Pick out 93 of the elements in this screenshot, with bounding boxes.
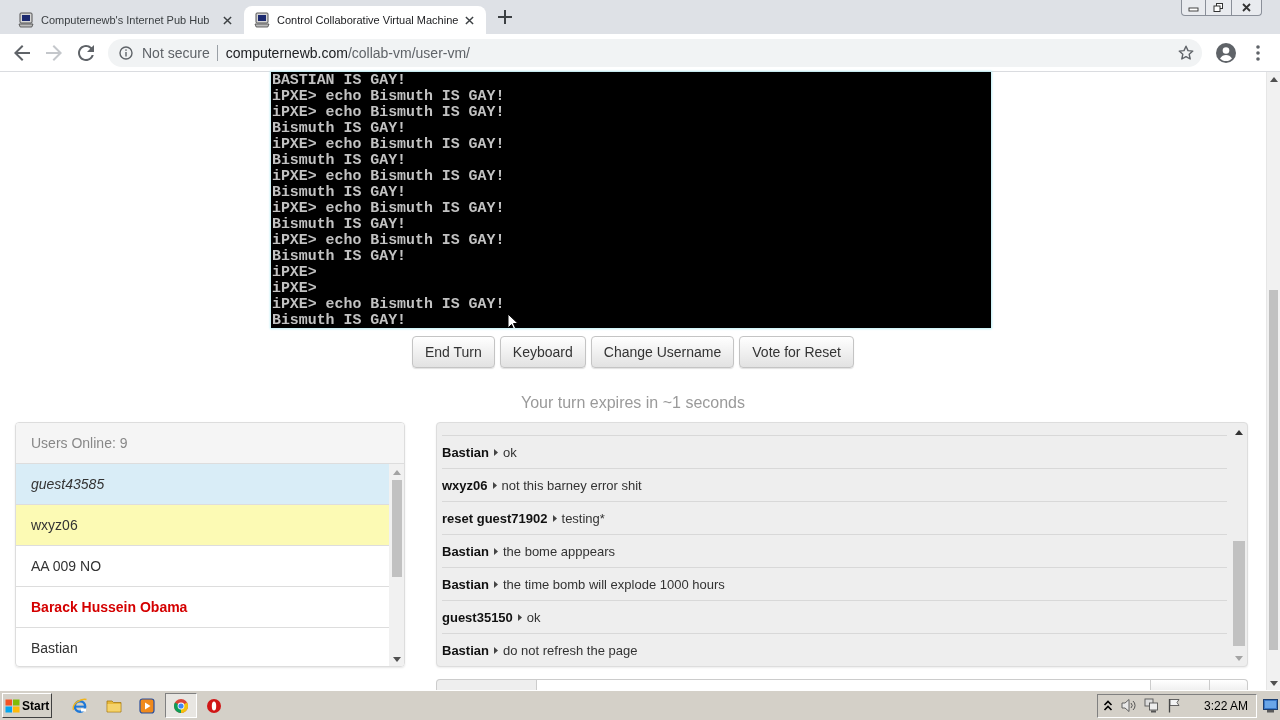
ring-logo-icon — [206, 697, 222, 714]
close-icon[interactable] — [223, 15, 232, 25]
user-list-item[interactable]: guest43585 — [16, 464, 389, 505]
scroll-up-icon[interactable] — [1269, 77, 1278, 82]
plus-icon[interactable] — [498, 10, 513, 24]
star-icon[interactable] — [1178, 44, 1194, 61]
chat-message: the bome apppears — [502, 543, 615, 559]
terminal-line: Bismuth IS GAY! — [272, 248, 407, 264]
close-icon — [1241, 3, 1252, 12]
triangle-icon — [492, 481, 497, 489]
profile-icon[interactable] — [1216, 42, 1236, 63]
scrollbar-track[interactable] — [389, 464, 404, 666]
user-list-item[interactable]: wxyz06 — [16, 505, 389, 546]
vm-action-button[interactable]: Vote for Reset — [739, 336, 854, 368]
computer-icon — [18, 12, 34, 28]
users-online-header: Users Online: 9 — [16, 423, 404, 464]
scrollbar-thumb[interactable] — [391, 480, 402, 577]
browser-tab[interactable]: Computernewb's Internet Pub Hub — [8, 6, 244, 34]
scroll-down-icon[interactable] — [392, 657, 401, 662]
terminal-line: Bismuth IS GAY! — [272, 216, 407, 232]
triangle-icon — [493, 646, 498, 654]
terminal-line: iPXE> echo Bismuth IS GAY! — [272, 296, 505, 312]
e-logo-icon — [72, 697, 88, 714]
terminal-line: Bismuth IS GAY! — [272, 312, 407, 328]
chat-username: Bastian — [442, 576, 489, 592]
chat-message: not this barney error shit — [501, 477, 642, 493]
terminal-line: iPXE> — [272, 264, 317, 280]
vm-action-button[interactable]: End Turn — [412, 336, 495, 368]
clock-text[interactable]: 3:22 AM — [1203, 698, 1248, 713]
chat-message: ok — [526, 609, 541, 625]
computer-icon — [254, 12, 270, 28]
browser-tab[interactable]: Control Collaborative Virtual Machine — [244, 6, 487, 34]
start-button[interactable]: Start — [2, 693, 52, 718]
terminal-line: BASTIAN IS GAY! — [272, 72, 407, 88]
info-icon — [119, 45, 133, 60]
terminal-line: Bismuth IS GAY! — [272, 152, 407, 168]
chat-username: guest35150 — [442, 609, 513, 625]
scroll-down-icon[interactable] — [1269, 681, 1278, 686]
restore-icon — [1213, 3, 1224, 12]
terminal-line: iPXE> echo Bismuth IS GAY! — [272, 200, 505, 216]
vm-action-button[interactable]: Keyboard — [499, 336, 586, 368]
triangle-icon — [552, 514, 557, 522]
turn-status-text: Your turn expires in ~1 seconds — [521, 394, 745, 412]
restore-button[interactable] — [1206, 0, 1232, 16]
scrollbar-thumb[interactable] — [1269, 290, 1278, 650]
chat-username: wxyz06 — [442, 477, 488, 493]
chevron-up-icon[interactable] — [1102, 699, 1113, 712]
user-list-item[interactable]: AA 009 NO — [16, 546, 389, 587]
menu-icon[interactable] — [1256, 44, 1260, 61]
vm-screen[interactable] — [271, 72, 991, 328]
address-bar[interactable]: Not secure computernewb.com/collab-vm/user-vm/ — [108, 38, 1202, 67]
show-desktop-icon[interactable] — [1263, 698, 1278, 713]
triangle-icon — [493, 448, 498, 456]
triangle-icon — [493, 580, 498, 588]
chat-message: the time bomb will explode 1000 hours — [502, 576, 725, 592]
chat-username: Bastian — [442, 444, 489, 460]
terminal-line: iPXE> echo Bismuth IS GAY! — [272, 88, 505, 104]
terminal-line: iPXE> echo Bismuth IS GAY! — [272, 104, 505, 120]
triangle-icon — [493, 547, 498, 555]
chat-message: do not refresh the page — [502, 642, 638, 658]
terminal-line: iPXE> echo Bismuth IS GAY! — [272, 136, 505, 152]
close-icon[interactable] — [465, 15, 475, 25]
page-scrollbar[interactable] — [1266, 72, 1280, 690]
reload-icon — [78, 44, 94, 61]
security-label[interactable]: Not secure — [142, 44, 210, 61]
scrollbar-thumb[interactable] — [1233, 541, 1245, 646]
flag-icon[interactable] — [1166, 698, 1182, 713]
chat-username: reset guest71902 — [442, 510, 548, 526]
network-icon[interactable] — [1143, 698, 1159, 713]
folder-icon — [105, 697, 122, 714]
terminal-line: iPXE> — [272, 280, 317, 296]
chat-message: testing* — [561, 510, 605, 526]
back-arrow-icon — [14, 44, 30, 61]
terminal-line: iPXE> echo Bismuth IS GAY! — [272, 232, 505, 248]
vm-action-button[interactable]: Change Username — [590, 336, 735, 368]
mouse-pointer-icon — [507, 313, 519, 328]
chat-username: Bastian — [442, 543, 489, 559]
url-text[interactable]: computernewb.com/collab-vm/user-vm/ — [225, 44, 470, 61]
terminal-line: Bismuth IS GAY! — [272, 184, 407, 200]
chat-username: Bastian — [442, 642, 489, 658]
speaker-icon[interactable] — [1120, 698, 1136, 713]
windows-flag-icon — [5, 698, 20, 713]
terminal-line: Bismuth IS GAY! — [272, 120, 407, 136]
terminal-line: iPXE> echo Bismuth IS GAY! — [272, 168, 505, 184]
chat-message: ok — [502, 444, 517, 460]
scroll-up-icon[interactable] — [1235, 430, 1243, 435]
play-icon — [139, 697, 155, 714]
user-list-item[interactable]: Barack Hussein Obama — [16, 587, 389, 628]
circle-logo-icon — [172, 697, 189, 714]
taskbar-app-button[interactable] — [164, 693, 197, 718]
close-window-button[interactable] — [1232, 0, 1262, 16]
forward-arrow-icon — [46, 44, 62, 61]
triangle-icon — [517, 613, 522, 621]
